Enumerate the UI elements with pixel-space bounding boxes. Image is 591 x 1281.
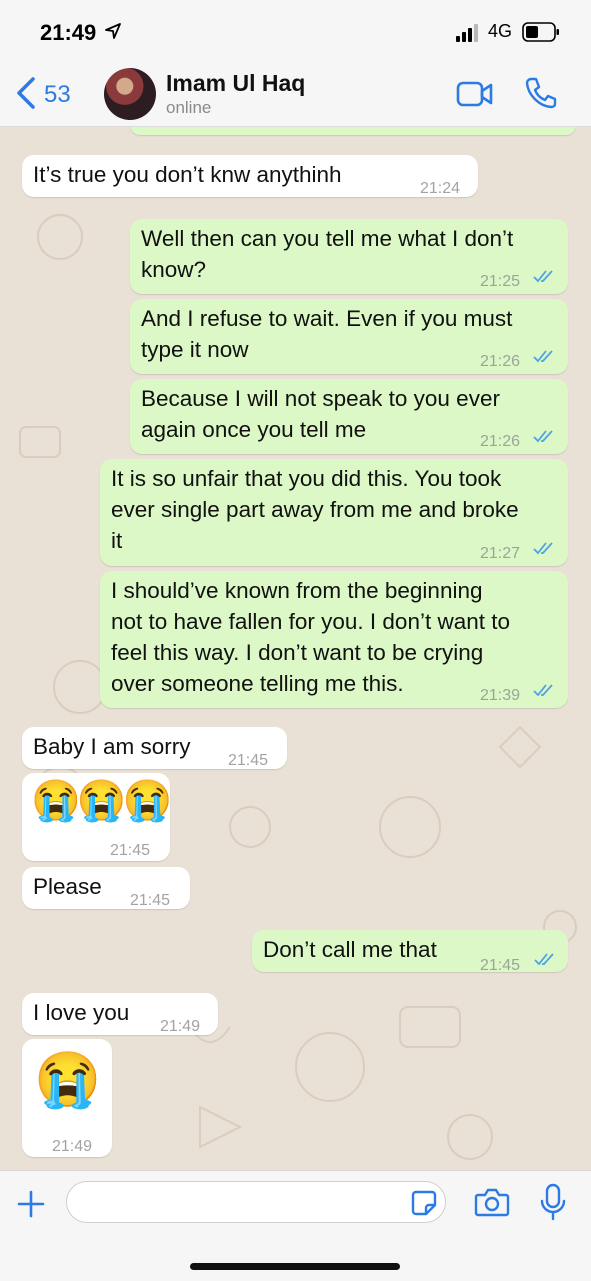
chat-header: 53 Imam Ul Haq online	[0, 62, 591, 127]
status-bar: 21:49 4G	[0, 0, 591, 62]
microphone-icon[interactable]	[540, 1183, 566, 1221]
message-time: 21:39	[480, 687, 521, 704]
home-indicator	[190, 1263, 400, 1270]
message-time: 21:45	[480, 957, 521, 974]
message-text: It’s true you don’t knw anythinh	[33, 162, 342, 187]
message-text: Well then can you tell me what I don’t kn…	[141, 226, 514, 282]
message-text: Please	[33, 874, 102, 899]
message-time: 21:25	[480, 273, 521, 290]
message-incoming[interactable]: Baby I am sorry 21:45	[22, 727, 287, 769]
message-outgoing[interactable]: It is so unfair that you did this. You t…	[100, 459, 568, 566]
sticker-icon[interactable]	[410, 1189, 438, 1217]
back-unread-count[interactable]: 53	[44, 81, 71, 109]
message-text: And I refuse to wait. Even if you must ty…	[141, 306, 513, 362]
phone-call-icon[interactable]	[524, 76, 558, 110]
network-type: 4G	[488, 21, 513, 41]
message-emoji: 😭😭😭	[31, 779, 172, 823]
message-time: 21:45	[130, 892, 171, 909]
message-time: 21:45	[228, 752, 269, 769]
message-input[interactable]	[66, 1181, 446, 1223]
status-time: 21:49	[40, 20, 97, 45]
message-incoming[interactable]: I love you 21:49	[22, 993, 218, 1035]
message-outgoing[interactable]: I should’ve known from the beginning not …	[100, 571, 568, 708]
chat-area[interactable]: It’s true you don’t knw anythinh 21:24 W…	[0, 127, 591, 1170]
message-emoji: 😭	[34, 1050, 102, 1110]
message-outgoing[interactable]: Well then can you tell me what I don’t kn…	[130, 219, 568, 294]
plus-icon[interactable]	[16, 1189, 46, 1219]
message-outgoing[interactable]: Don’t call me that 21:45	[252, 930, 568, 974]
location-arrow-icon	[105, 23, 121, 39]
read-receipt-icon	[533, 350, 553, 363]
message-time: 21:24	[420, 180, 461, 197]
message-incoming[interactable]: Please 21:45	[22, 867, 190, 909]
message-time: 21:26	[480, 433, 521, 450]
message-outgoing[interactable]: And I refuse to wait. Even if you must ty…	[130, 299, 568, 374]
signal-icon	[456, 24, 478, 42]
read-receipt-icon	[533, 684, 553, 697]
message-text: Don’t call me that	[263, 937, 437, 962]
message-text: Because I will not speak to you ever agai…	[141, 386, 500, 442]
back-chevron-icon[interactable]	[14, 76, 38, 110]
read-receipt-icon	[534, 953, 554, 966]
message-time: 21:27	[480, 545, 521, 562]
read-receipt-icon	[533, 430, 553, 443]
composer-bar	[0, 1170, 591, 1281]
message-text: I should’ve known from the beginning not …	[111, 578, 511, 696]
contact-avatar[interactable]	[104, 68, 156, 120]
message-outgoing[interactable]: Because I will not speak to you ever agai…	[130, 379, 568, 454]
message-text: It is so unfair that you did this. You t…	[111, 466, 519, 553]
message-incoming[interactable]: 😭😭😭 21:45	[22, 773, 172, 861]
message-time: 21:45	[110, 842, 151, 859]
video-call-icon[interactable]	[456, 80, 494, 108]
message-time: 21:49	[52, 1138, 93, 1155]
read-receipt-icon	[533, 270, 553, 283]
message-text: Baby I am sorry	[33, 734, 191, 759]
message-incoming[interactable]: It’s true you don’t knw anythinh 21:24	[22, 155, 478, 197]
battery-icon	[522, 22, 559, 42]
message-bubble-partial	[130, 127, 576, 135]
contact-name[interactable]: Imam Ul Haq	[166, 70, 305, 97]
message-text: I love you	[33, 1000, 130, 1025]
message-incoming[interactable]: 😭 21:49	[22, 1039, 112, 1157]
camera-icon[interactable]	[474, 1187, 510, 1217]
read-receipt-icon	[533, 542, 553, 555]
message-time: 21:49	[160, 1018, 201, 1035]
contact-status: online	[166, 98, 212, 117]
message-time: 21:26	[480, 353, 521, 370]
